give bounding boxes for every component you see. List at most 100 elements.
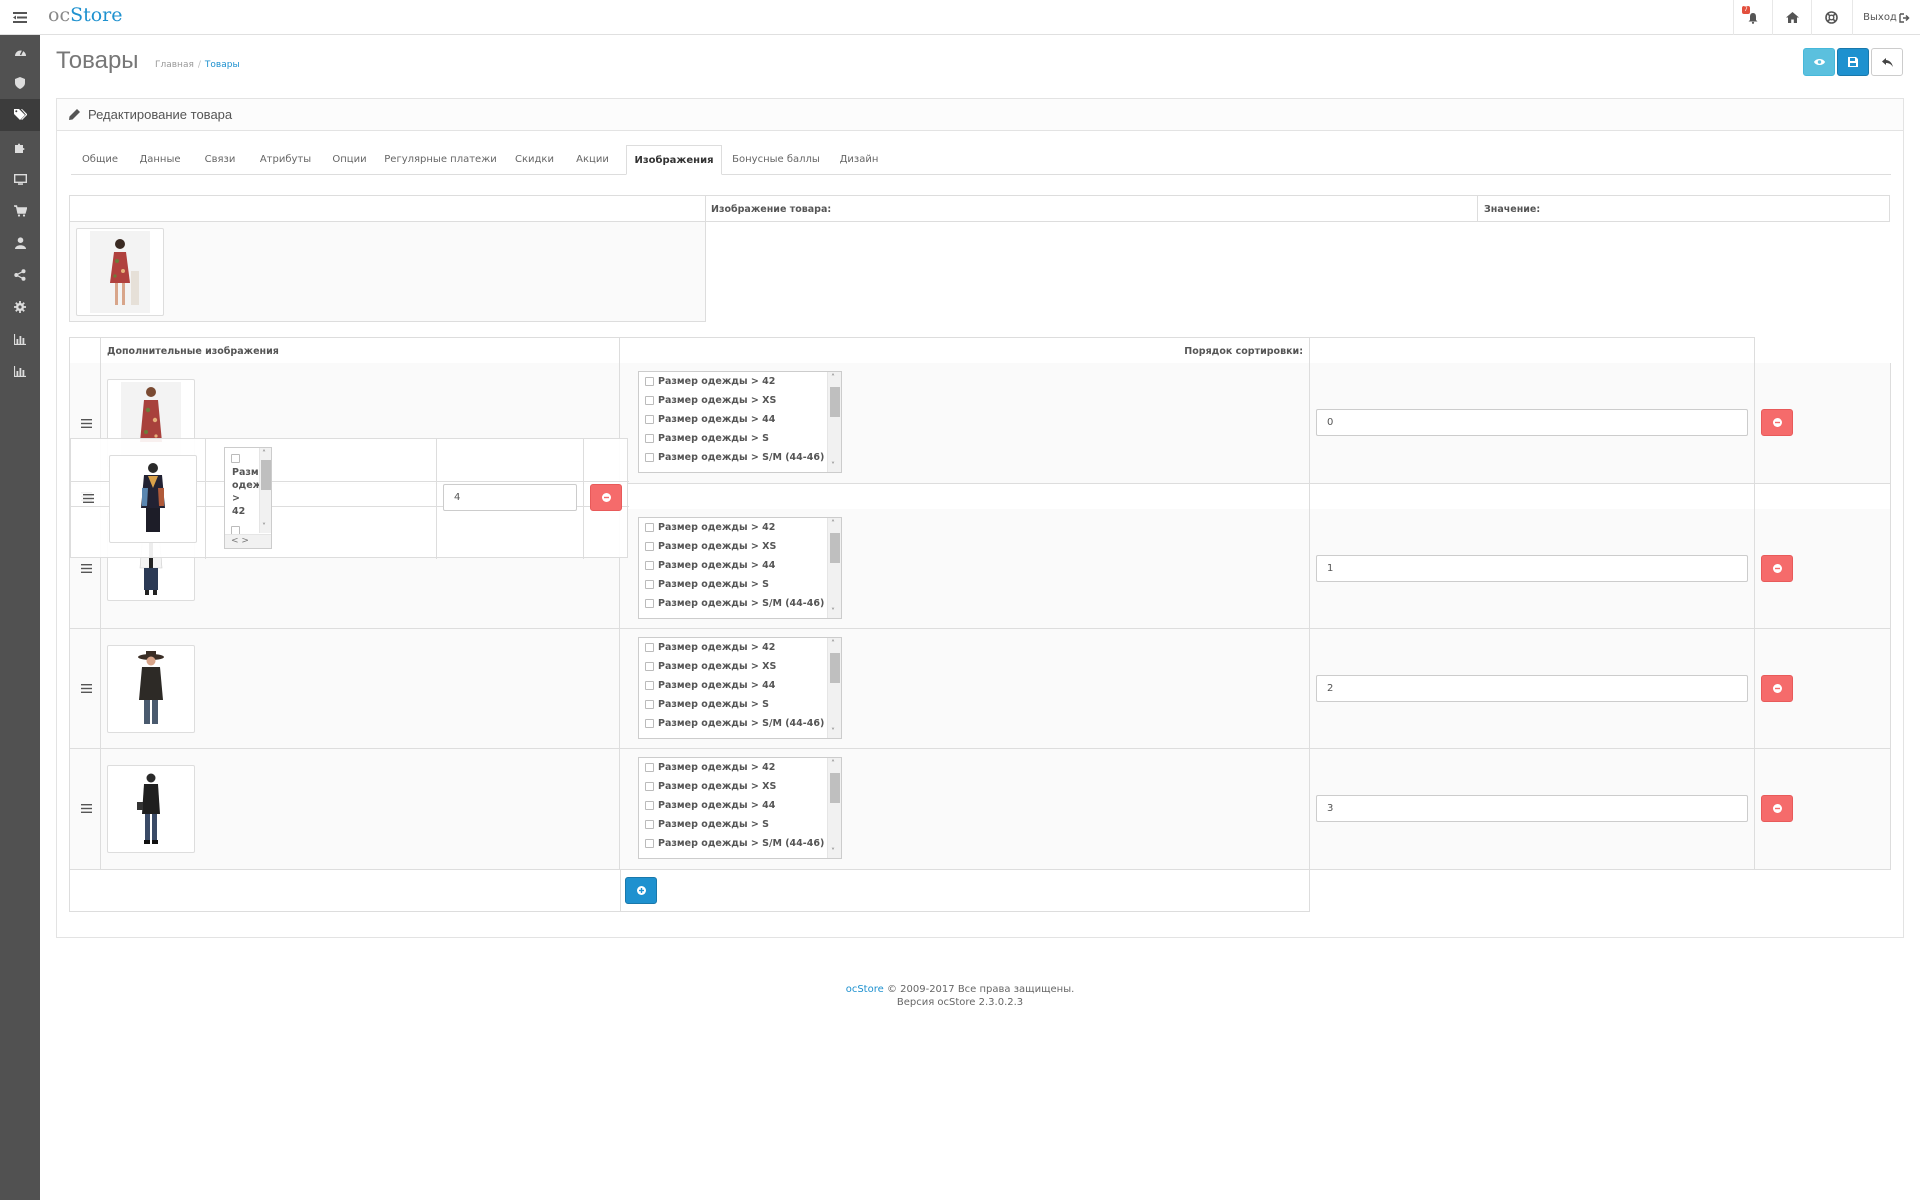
- home-button[interactable]: [1772, 0, 1811, 35]
- checkbox[interactable]: [645, 763, 654, 772]
- add-image-button[interactable]: [625, 877, 657, 904]
- sidebar-item-reports[interactable]: [0, 323, 40, 355]
- row-2-thumb[interactable]: [107, 645, 195, 733]
- row-3-thumb[interactable]: [107, 765, 195, 853]
- breadcrumb-products[interactable]: Товары: [205, 60, 240, 70]
- scrollbar[interactable]: ˄ ˅: [827, 372, 841, 472]
- drag-handle-icon[interactable]: [81, 684, 92, 693]
- checkbox[interactable]: [645, 542, 654, 551]
- option-item[interactable]: Размер одежды > S/M (44-46): [639, 714, 841, 733]
- row-0-sort-input[interactable]: 0: [1316, 409, 1748, 436]
- dragged-row-remove-button[interactable]: [590, 484, 622, 511]
- checkbox[interactable]: [645, 662, 654, 671]
- sidebar-item-catalog-shield[interactable]: [0, 67, 40, 99]
- option-item[interactable]: Размер одежды > 42: [639, 638, 841, 657]
- option-item[interactable]: Размер одежды > S: [639, 575, 841, 594]
- checkbox[interactable]: [645, 782, 654, 791]
- checkbox[interactable]: [645, 801, 654, 810]
- dragged-row-sort-input[interactable]: 4: [443, 484, 577, 511]
- option-item[interactable]: Размер одежды > XS: [639, 537, 841, 556]
- option-item[interactable]: Размер одежды > 42: [639, 758, 841, 777]
- checkbox[interactable]: [645, 839, 654, 848]
- checkbox[interactable]: [645, 580, 654, 589]
- checkbox[interactable]: [645, 453, 654, 462]
- sidebar-item-customers[interactable]: [0, 227, 40, 259]
- scrollbar[interactable]: ˄ ˅: [259, 448, 271, 533]
- checkbox[interactable]: [645, 700, 654, 709]
- option-item[interactable]: Размер одежды > 44: [639, 556, 841, 575]
- row-3-sort-input[interactable]: 3: [1316, 795, 1748, 822]
- option-item[interactable]: Размер одежды > S: [639, 695, 841, 714]
- sidebar-item-design[interactable]: [0, 163, 40, 195]
- tab-reward-points[interactable]: Бонусные баллы: [722, 145, 830, 175]
- checkbox[interactable]: [645, 719, 654, 728]
- tab-recurring[interactable]: Регулярные платежи: [377, 145, 504, 175]
- dragged-row-thumb[interactable]: [109, 455, 197, 543]
- tab-discounts[interactable]: Скидки: [504, 145, 565, 175]
- option-item[interactable]: Размер одежды > XS: [639, 777, 841, 796]
- tab-data[interactable]: Данные: [129, 145, 191, 175]
- drag-handle-icon[interactable]: [81, 419, 92, 428]
- logout-button[interactable]: Выход: [1852, 0, 1920, 35]
- dragged-image-row[interactable]: Разм одеж > 42 ˄ ˅ < > 4: [70, 438, 629, 559]
- option-item[interactable]: Размер одежды > S/M (44-46): [639, 834, 841, 853]
- checkbox[interactable]: [645, 561, 654, 570]
- option-item[interactable]: Размер одежды > 44: [639, 410, 841, 429]
- option-item[interactable]: Размер одежды > S/M (44-46): [639, 594, 841, 613]
- dragged-row-option-list[interactable]: Разм одеж > 42 ˄ ˅ < >: [224, 447, 272, 549]
- checkbox[interactable]: [231, 454, 240, 463]
- drag-handle-icon[interactable]: [83, 494, 94, 503]
- option-item[interactable]: Размер одежды > S/M (44-46): [639, 448, 841, 467]
- row-3-option-list[interactable]: Размер одежды > 42 Размер одежды > XS Ра…: [638, 757, 842, 859]
- row-1-remove-button[interactable]: [1761, 555, 1793, 582]
- option-item[interactable]: Размер одежды > S: [639, 429, 841, 448]
- footer-brand-link[interactable]: ocStore: [846, 984, 884, 995]
- tab-images[interactable]: Изображения: [626, 145, 722, 175]
- horizontal-scrollbar[interactable]: < >: [225, 534, 271, 548]
- option-item[interactable]: Размер одежды > 44: [639, 796, 841, 815]
- breadcrumb-home[interactable]: Главная: [155, 60, 194, 70]
- checkbox[interactable]: [645, 377, 654, 386]
- tab-attributes[interactable]: Атрибуты: [249, 145, 322, 175]
- scrollbar[interactable]: ˄ ˅: [827, 758, 841, 858]
- save-button[interactable]: [1837, 48, 1869, 76]
- checkbox[interactable]: [645, 415, 654, 424]
- sidebar-item-dashboard[interactable]: [0, 35, 40, 67]
- row-1-sort-input[interactable]: 1: [1316, 555, 1748, 582]
- menu-toggle-icon[interactable]: [0, 0, 40, 35]
- logo[interactable]: ocStore: [48, 4, 123, 26]
- back-button[interactable]: [1871, 48, 1903, 76]
- row-2-sort-input[interactable]: 2: [1316, 675, 1748, 702]
- sidebar-item-extensions[interactable]: [0, 131, 40, 163]
- drag-handle-icon[interactable]: [81, 564, 92, 573]
- option-item[interactable]: Размер одежды > 42: [639, 518, 841, 537]
- tab-links[interactable]: Связи: [191, 145, 249, 175]
- sidebar-item-marketing[interactable]: [0, 259, 40, 291]
- row-1-option-list[interactable]: Размер одежды > 42 Размер одежды > XS Ра…: [638, 517, 842, 619]
- tab-general[interactable]: Общие: [71, 145, 129, 175]
- checkbox[interactable]: [645, 434, 654, 443]
- sidebar-item-catalog[interactable]: [0, 99, 40, 131]
- option-item[interactable]: Размер одежды > S: [639, 815, 841, 834]
- option-item[interactable]: Размер одежды > XS: [639, 657, 841, 676]
- drag-handle-icon[interactable]: [81, 804, 92, 813]
- checkbox[interactable]: [645, 599, 654, 608]
- checkbox[interactable]: [645, 643, 654, 652]
- notifications-button[interactable]: 7: [1733, 0, 1772, 35]
- scrollbar[interactable]: ˄ ˅: [827, 518, 841, 618]
- row-2-option-list[interactable]: Размер одежды > 42 Размер одежды > XS Ра…: [638, 637, 842, 739]
- tab-specials[interactable]: Акции: [565, 145, 620, 175]
- sidebar-item-sales[interactable]: [0, 195, 40, 227]
- row-0-option-list[interactable]: Размер одежды > 42 Размер одежды > XS Ра…: [638, 371, 842, 473]
- help-button[interactable]: [1811, 0, 1850, 35]
- row-3-remove-button[interactable]: [1761, 795, 1793, 822]
- main-image-thumb[interactable]: [76, 228, 164, 316]
- checkbox[interactable]: [645, 523, 654, 532]
- scrollbar[interactable]: ˄ ˅: [827, 638, 841, 738]
- option-item[interactable]: Размер одежды > XS: [639, 391, 841, 410]
- checkbox[interactable]: [645, 681, 654, 690]
- checkbox[interactable]: [645, 820, 654, 829]
- row-0-remove-button[interactable]: [1761, 409, 1793, 436]
- tab-options[interactable]: Опции: [322, 145, 377, 175]
- sidebar-item-system[interactable]: [0, 291, 40, 323]
